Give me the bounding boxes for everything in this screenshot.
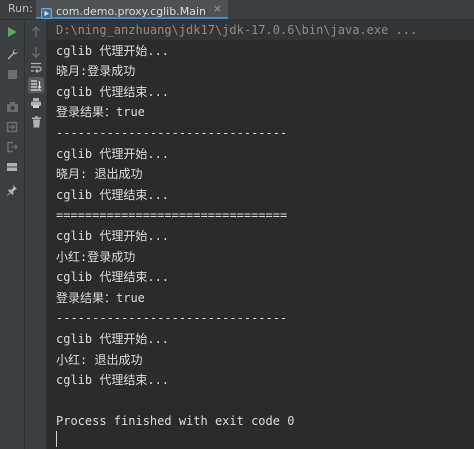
run-toolbar-right — [25, 20, 47, 449]
run-label: Run: — [8, 2, 33, 15]
wrench-icon — [7, 48, 18, 59]
console-line: cglib 代理开始... — [56, 43, 170, 58]
console-line: cglib 代理开始... — [56, 146, 170, 161]
console-line: 登录结果：true — [56, 290, 145, 305]
dump-threads-button[interactable] — [4, 99, 20, 115]
text-caret — [56, 431, 57, 447]
next-occurrence-button[interactable] — [28, 44, 44, 60]
soft-wrap-button[interactable] — [28, 59, 44, 75]
run-tool-window: Run: com.demo.proxy.cglib.Main × D:\ning… — [0, 0, 474, 449]
scroll-to-end-icon — [31, 80, 42, 91]
console-line: 登录结果：true — [56, 105, 145, 120]
login-icon — [6, 121, 18, 133]
console-output[interactable]: D:\ning_anzhuang\jdk17\jdk-17.0.6\bin\ja… — [47, 20, 474, 449]
settings-button[interactable] — [4, 46, 20, 62]
soft-wrap-icon — [31, 62, 42, 73]
rerun-button[interactable] — [4, 24, 20, 40]
console-line: ================================ — [56, 208, 288, 223]
tab-run-configuration[interactable]: com.demo.proxy.cglib.Main × — [36, 0, 228, 19]
console-line: cglib 代理结束... — [56, 270, 170, 285]
run-toolbar-left — [0, 20, 25, 449]
exit-icon — [7, 141, 18, 153]
clear-all-button[interactable] — [28, 114, 44, 130]
exit-button[interactable] — [4, 139, 20, 155]
console-line: -------------------------------- — [56, 126, 288, 140]
console-line: cglib 代理开始... — [56, 332, 170, 346]
run-config-icon — [41, 4, 52, 19]
tab-label: com.demo.proxy.cglib.Main — [56, 5, 206, 18]
pin-tab-button[interactable] — [4, 182, 20, 198]
arrow-down-icon — [32, 47, 40, 58]
console-line: 晓月:登录成功 — [56, 64, 136, 79]
trash-icon — [31, 116, 41, 128]
scroll-to-end-button[interactable] — [28, 77, 44, 93]
console-line: cglib 代理结束... — [56, 373, 170, 388]
console-line: 小红: 退出成功 — [56, 352, 143, 367]
console-line: 小红:登录成功 — [56, 249, 136, 264]
stop-button[interactable] — [4, 66, 20, 82]
run-header: Run: com.demo.proxy.cglib.Main × — [0, 0, 474, 20]
process-exit-line: Process finished with exit code 0 — [56, 414, 295, 429]
console-line: -------------------------------- — [56, 311, 288, 326]
camera-icon — [6, 102, 18, 112]
stop-icon — [7, 69, 17, 79]
print-icon — [31, 98, 41, 108]
print-button[interactable] — [28, 95, 44, 111]
layout-button[interactable] — [4, 159, 20, 175]
layout-icon — [7, 163, 17, 171]
console-line: cglib 代理开始... — [56, 229, 170, 243]
console-line: cglib 代理结束... — [56, 187, 170, 202]
close-icon[interactable]: × — [213, 2, 222, 15]
arrow-up-icon — [32, 26, 40, 37]
rerun-icon — [8, 27, 17, 37]
console-line: 晓月: 退出成功 — [56, 167, 143, 182]
command-line[interactable]: D:\ning_anzhuang\jdk17\jdk-17.0.6\bin\ja… — [56, 20, 417, 40]
restore-layout-button[interactable] — [4, 119, 20, 135]
pin-icon — [7, 185, 17, 196]
console-line: cglib 代理结束... — [56, 84, 170, 99]
previous-occurrence-button[interactable] — [28, 24, 44, 40]
